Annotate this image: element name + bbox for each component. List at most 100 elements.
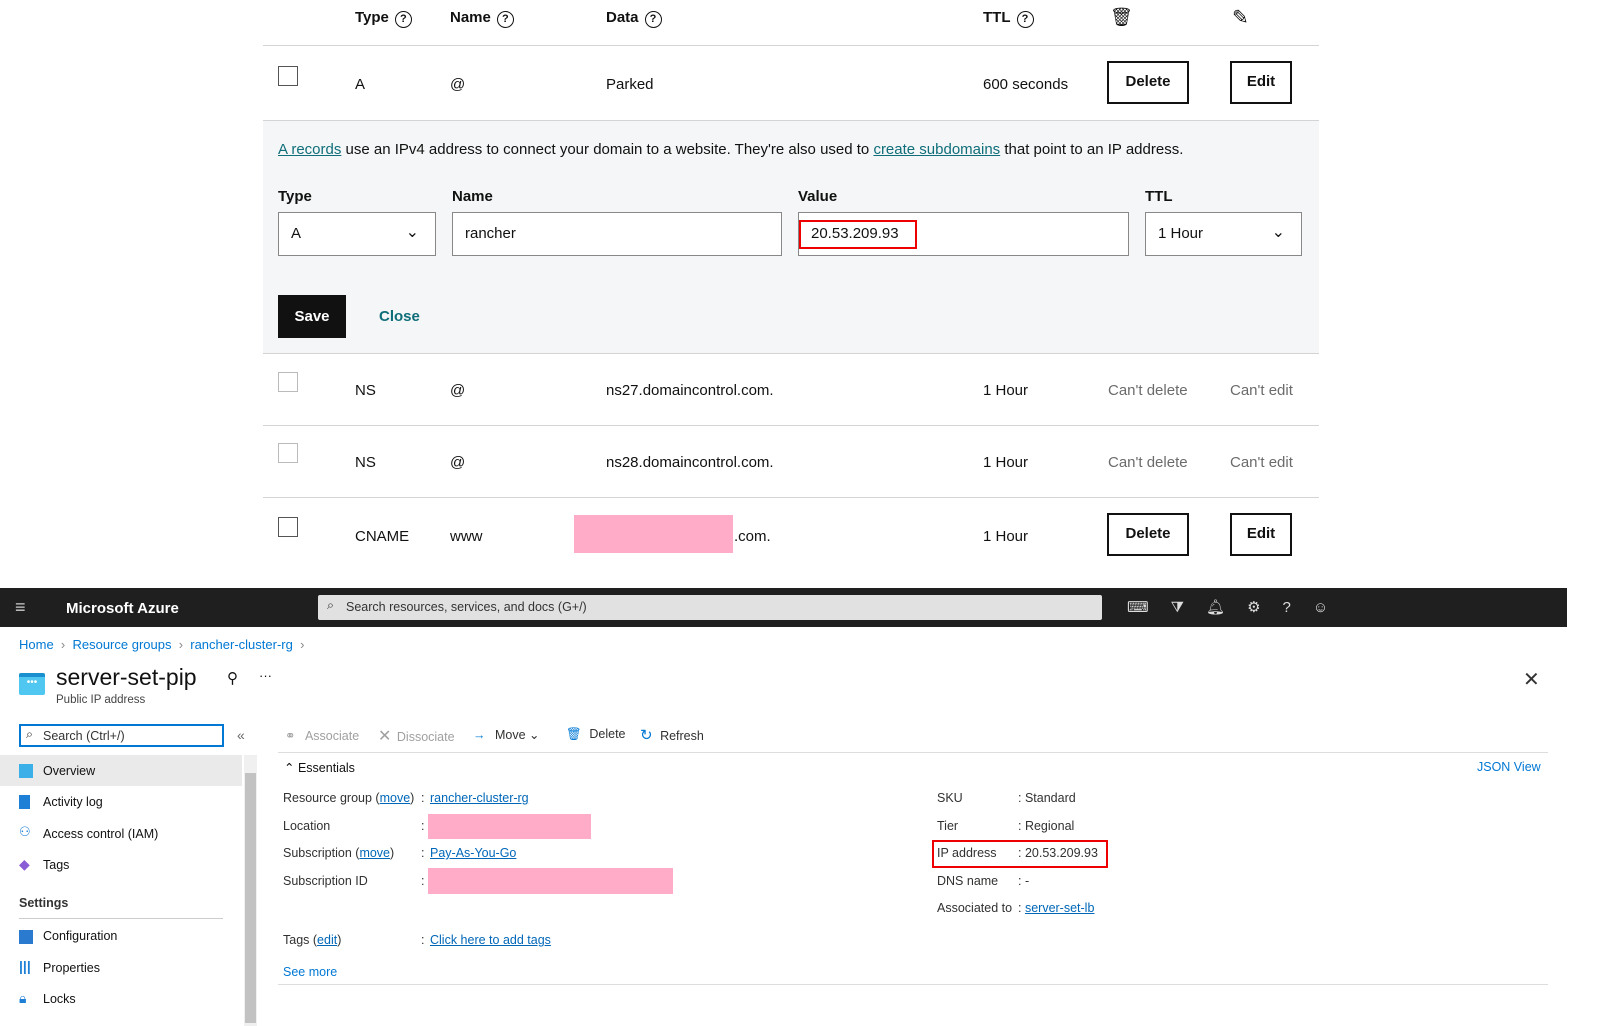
help-icon[interactable]: ? <box>1283 599 1313 616</box>
col-ttl: TTL? <box>983 9 1034 28</box>
edit-tags-link[interactable]: edit <box>317 933 337 947</box>
cant-edit-text: Can't edit <box>1230 454 1293 471</box>
sidebar-search-input[interactable]: ⌕ Search (Ctrl+/) <box>19 724 224 747</box>
refresh-button[interactable]: ↻ Refresh <box>640 726 704 744</box>
dns-name-value: - <box>1024 874 1030 888</box>
value-label: Value <box>798 188 838 205</box>
search-placeholder: Search resources, services, and docs (G+… <box>346 600 587 614</box>
pencil-icon: ✎ <box>1232 7 1249 29</box>
record-data: ns27.domaincontrol.com. <box>606 382 774 399</box>
create-subdomains-link[interactable]: create subdomains <box>873 141 1000 158</box>
highlight-box <box>932 840 1108 868</box>
essentials-label: Essentials <box>297 761 355 775</box>
associated-to-label: Associated to <box>937 901 1013 915</box>
help-icon[interactable]: ? <box>496 11 514 28</box>
configuration-icon <box>19 930 33 944</box>
refresh-icon: ↻ <box>640 727 653 744</box>
feedback-icon[interactable]: ☺ <box>1313 599 1350 616</box>
sidebar-item-iam[interactable]: Access control (IAM) <box>43 827 158 841</box>
global-search-input[interactable]: ⌕ Search resources, services, and docs (G… <box>318 595 1102 620</box>
scrollbar[interactable] <box>244 755 257 1026</box>
record-ttl: 1 Hour <box>983 528 1029 545</box>
breadcrumb-resource-groups[interactable]: Resource groups <box>72 637 171 652</box>
record-ttl: 600 seconds <box>983 76 1069 93</box>
type-select[interactable]: A ⌄ <box>278 212 436 256</box>
highlight-box <box>799 220 917 249</box>
save-button[interactable]: Save <box>278 295 346 338</box>
refresh-label: Refresh <box>660 729 704 743</box>
sidebar-item-overview[interactable]: Overview <box>43 764 95 778</box>
edit-button[interactable]: Edit <box>1230 61 1292 104</box>
directory-filter-icon[interactable]: ⧩ <box>1171 599 1206 616</box>
resource-group-link[interactable]: rancher-cluster-rg <box>430 791 529 805</box>
see-more-link[interactable]: See more <box>283 965 337 979</box>
help-icon[interactable]: ? <box>394 11 412 28</box>
move-button[interactable]: → Move ⌄ <box>473 727 540 742</box>
sidebar-item-tags[interactable]: Tags <box>43 858 69 872</box>
help-icon[interactable]: ? <box>1016 11 1034 28</box>
breadcrumb-rg[interactable]: rancher-cluster-rg <box>190 637 293 652</box>
move-link[interactable]: move <box>380 791 411 805</box>
dissociate-button[interactable]: ✕ Dissociate <box>378 726 455 746</box>
delete-button[interactable]: Delete <box>1107 61 1189 104</box>
ttl-select[interactable]: 1 Hour ⌄ <box>1145 212 1302 256</box>
row-checkbox[interactable] <box>278 372 298 392</box>
name-label: Name <box>452 188 493 205</box>
col-type: Type? <box>355 9 412 28</box>
record-name: @ <box>450 76 466 93</box>
name-input[interactable]: rancher <box>452 212 782 256</box>
location-label: Location <box>283 819 331 833</box>
bell-icon[interactable]: 🔔︎ <box>1206 599 1247 616</box>
subscription-link[interactable]: Pay-As-You-Go <box>430 846 516 860</box>
record-type: NS <box>355 454 376 471</box>
settings-heading: Settings <box>19 896 69 910</box>
redaction <box>574 515 733 553</box>
subscription-id-label: Subscription ID <box>283 874 368 888</box>
azure-brand[interactable]: Microsoft Azure <box>66 600 179 617</box>
ttl-label: TTL <box>1145 188 1173 205</box>
close-icon[interactable]: ✕ <box>1523 667 1540 692</box>
cloud-shell-icon[interactable]: ⌨ <box>1127 599 1171 616</box>
sidebar-item-activity-log[interactable]: Activity log <box>43 795 103 809</box>
scrollbar-thumb[interactable] <box>245 773 256 1023</box>
cant-edit-text: Can't edit <box>1230 382 1293 399</box>
record-ttl: 1 Hour <box>983 382 1029 399</box>
info-end: that point to an IP address. <box>1000 141 1184 158</box>
sidebar-item-properties[interactable]: Properties <box>43 961 100 975</box>
sidebar-item-configuration[interactable]: Configuration <box>43 929 117 943</box>
essentials-toggle[interactable]: ⌃ Essentials <box>284 760 355 775</box>
a-records-link[interactable]: A records <box>278 141 341 158</box>
collapse-icon[interactable]: « <box>237 727 245 743</box>
chevron-down-icon: ⌄ <box>529 728 540 742</box>
delete-label: Delete <box>589 727 626 741</box>
associated-to-link[interactable]: server-set-lb <box>1025 901 1094 915</box>
label-text: Subscription <box>283 846 352 860</box>
divider <box>19 918 223 919</box>
associate-button[interactable]: ⚭ Associate <box>285 728 359 743</box>
delete-button[interactable]: 🗑︎ Delete <box>566 727 626 742</box>
row-checkbox[interactable] <box>278 517 298 537</box>
pin-icon[interactable]: ⚲ <box>227 669 238 687</box>
breadcrumb-home[interactable]: Home <box>19 637 54 652</box>
search-icon: ⌕ <box>327 598 335 612</box>
gear-icon[interactable]: ⚙ <box>1247 599 1282 616</box>
row-checkbox[interactable] <box>278 66 298 86</box>
help-icon[interactable]: ? <box>644 11 662 28</box>
breadcrumb: Home › Resource groups › rancher-cluster… <box>19 637 305 652</box>
json-view-link[interactable]: JSON View <box>1477 760 1541 774</box>
edit-button[interactable]: Edit <box>1230 513 1292 556</box>
col-data: Data? <box>606 9 662 28</box>
close-button[interactable]: Close <box>379 308 420 325</box>
record-ttl: 1 Hour <box>983 454 1029 471</box>
delete-button[interactable]: Delete <box>1107 513 1189 556</box>
add-tags-link[interactable]: Click here to add tags <box>430 933 551 947</box>
sku-label: SKU <box>937 791 963 805</box>
sidebar-item-locks[interactable]: Locks <box>43 992 76 1006</box>
hamburger-menu-icon[interactable]: ≡ <box>15 597 26 618</box>
move-link[interactable]: move <box>359 846 390 860</box>
tier-label: Tier <box>937 819 959 833</box>
ttl-value: 1 Hour <box>1158 225 1204 242</box>
more-button[interactable]: ··· <box>259 668 272 683</box>
divider <box>263 497 1319 498</box>
row-checkbox[interactable] <box>278 443 298 463</box>
